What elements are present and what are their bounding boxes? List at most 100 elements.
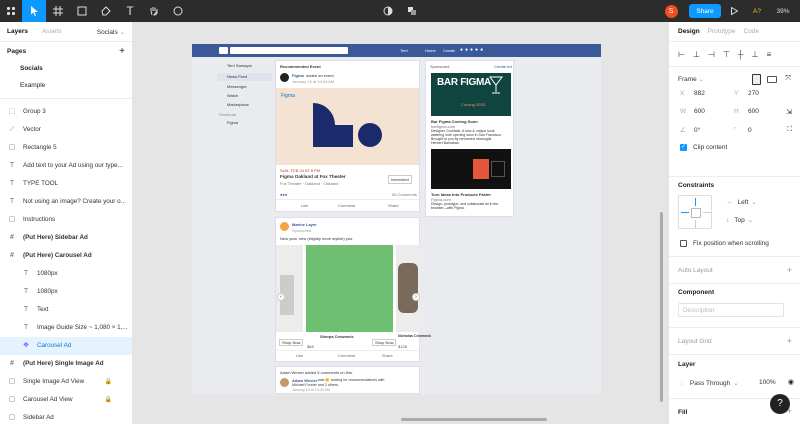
clip-content-checkbox[interactable]: ✓	[680, 144, 687, 151]
carousel-item-2-name[interactable]: Nicholas Crewneck	[398, 334, 431, 338]
carousel-item-1-cta-button[interactable]: Shop Now	[372, 339, 397, 346]
hand-tool-icon[interactable]	[142, 0, 166, 22]
layer-row[interactable]: ❖ Carousel Ad	[0, 337, 132, 355]
tab-prototype[interactable]: Prototype	[708, 28, 736, 35]
comment-post-card[interactable]: Adam Wexler added 5 comments on this. Ad…	[275, 366, 420, 394]
fb-nav-user[interactable]: Terri	[400, 48, 408, 53]
carousel-item-2-image[interactable]	[396, 245, 420, 332]
lock-icon[interactable]: 🔒	[105, 391, 112, 409]
event-post-card[interactable]: Recommended Event Figma added an event. …	[275, 60, 420, 212]
tab-layers[interactable]: Layers	[7, 28, 28, 35]
layer-row[interactable]: # (Put Here) Single Image Ad	[0, 355, 132, 373]
y-field[interactable]: Y 270	[734, 90, 759, 97]
main-menu-icon[interactable]	[0, 0, 22, 22]
fix-position-checkbox[interactable]	[680, 240, 687, 247]
layer-row[interactable]: ▢ Carousel Ad View 🔒	[0, 391, 132, 409]
canvas-horizontal-scrollbar[interactable]	[401, 418, 547, 421]
carousel-next-arrow-icon[interactable]: ›	[412, 293, 420, 301]
rotation-field[interactable]: ∠ 0°	[680, 126, 700, 135]
fb-sidebar-marketplace[interactable]: Marketplace	[227, 102, 249, 107]
page-item-socials[interactable]: Socials	[0, 60, 132, 77]
layer-row[interactable]: ⬚ Group 3	[0, 103, 132, 121]
tab-design[interactable]: Design	[678, 28, 700, 35]
event-like-button[interactable]: Like	[301, 203, 308, 208]
horizontal-constraint-select[interactable]: ↔ Left ⌄	[726, 198, 757, 207]
figma-product-image[interactable]	[431, 149, 511, 189]
event-title[interactable]: Figma Oakland at Fox Theater	[280, 174, 346, 179]
event-share-button[interactable]: Share	[388, 203, 399, 208]
constrain-proportions-icon[interactable]: ⇲	[786, 108, 792, 116]
layer-row[interactable]: T TYPE TOOL	[0, 175, 132, 193]
layer-row[interactable]: T Image Guide Size ~ 1,080 × 1,...	[0, 319, 132, 337]
constraints-widget[interactable]	[678, 195, 712, 229]
layer-row[interactable]: T Add text to your Ad using our type...	[0, 157, 132, 175]
play-icon[interactable]	[728, 0, 740, 22]
mask-icon[interactable]	[380, 0, 396, 22]
fb-sidebar-messenger[interactable]: Messenger	[227, 84, 247, 89]
shape-tool-icon[interactable]	[70, 0, 94, 22]
align-right-icon[interactable]: ⊣	[708, 50, 715, 59]
sponsored-sidebar-card[interactable]: Sponsored Create Ad BAR FIGMA Coming 203…	[425, 60, 514, 217]
fb-nav-home[interactable]: Home	[425, 48, 436, 53]
facebook-mockup-frame[interactable]: Terri Home Create ●●●●● Terri Samayal Ne…	[192, 44, 601, 394]
radius-field[interactable]: ⌜ 0	[734, 126, 752, 135]
layer-row[interactable]: # (Put Here) Sidebar Ad	[0, 229, 132, 247]
add-page-icon[interactable]: +	[119, 46, 125, 57]
comment-tool-icon[interactable]	[166, 0, 190, 22]
blend-mode-select[interactable]: ◌ Pass Through ⌄	[680, 379, 739, 388]
layer-row[interactable]: T 1080px	[0, 283, 132, 301]
tab-code[interactable]: Code	[744, 28, 760, 35]
help-button[interactable]: ?	[770, 394, 790, 414]
layer-row[interactable]: # (Put Here) Carousel Ad	[0, 247, 132, 265]
pen-tool-icon[interactable]	[94, 0, 118, 22]
bar-figma-image[interactable]: BAR FIGMA Coming 2035.	[431, 73, 511, 116]
carousel-ad-card[interactable]: Marine Layer Sponsored New year, new (sl…	[275, 217, 431, 362]
canvas-vertical-scrollbar[interactable]	[660, 212, 663, 402]
layer-row[interactable]: ⟋ Vector	[0, 121, 132, 139]
layer-row[interactable]: ▢ Single Image Ad View 🔒	[0, 373, 132, 391]
align-left-icon[interactable]: ⊢	[678, 50, 685, 59]
fb-sidebar-watch[interactable]: Watch	[227, 93, 238, 98]
user-avatar[interactable]: S	[664, 0, 678, 22]
frame-label[interactable]: Frame	[678, 76, 697, 83]
landscape-icon[interactable]	[767, 75, 778, 83]
canvas[interactable]: Terri Home Create ●●●●● Terri Samayal Ne…	[133, 22, 668, 424]
lock-icon[interactable]: 🔒	[105, 373, 112, 391]
move-tool-icon[interactable]	[22, 0, 46, 22]
auto-layout-title[interactable]: Auto Layout	[678, 267, 713, 274]
zoom-level[interactable]: 39%	[772, 0, 794, 22]
align-center-h-icon[interactable]: ⊥	[693, 50, 700, 59]
create-ad-link[interactable]: Create Ad	[494, 64, 512, 69]
carousel-prev-cta-button[interactable]: Shop Now	[279, 339, 304, 346]
page-selector[interactable]: Socials ⌄	[97, 28, 125, 36]
layer-row[interactable]: ▢ Sidebar Ad	[0, 409, 132, 424]
fix-position-row[interactable]: Fix position when scrolling	[680, 240, 769, 247]
width-field[interactable]: W 600	[680, 108, 705, 115]
independent-corners-icon[interactable]: ⛶	[787, 126, 792, 134]
layout-grid-title[interactable]: Layout Grid	[678, 338, 712, 345]
carousel-prev-arrow-icon[interactable]: ‹	[277, 293, 285, 301]
height-field[interactable]: H 600	[734, 108, 759, 115]
layer-row[interactable]: ▢ Rectangle 5	[0, 139, 132, 157]
layer-row[interactable]: T Not using an image? Create your o...	[0, 193, 132, 211]
boolean-icon[interactable]	[402, 0, 422, 22]
align-bottom-icon[interactable]: ⊥	[752, 50, 759, 59]
clip-content-row[interactable]: ✓ Clip content	[680, 144, 727, 151]
add-auto-layout-icon[interactable]: +	[787, 265, 792, 275]
add-layout-grid-icon[interactable]: +	[787, 336, 792, 346]
opacity-field[interactable]: 100%	[759, 379, 776, 386]
portrait-icon[interactable]	[752, 73, 762, 85]
fb-sidebar-user[interactable]: Terri Samayal	[227, 63, 251, 68]
align-top-icon[interactable]: ⊤	[723, 50, 730, 59]
layer-row[interactable]: T 1080px	[0, 265, 132, 283]
carousel-comment-button[interactable]: Comment	[338, 353, 355, 358]
description-input[interactable]: Description	[678, 303, 784, 317]
tab-assets[interactable]: Assets	[42, 28, 62, 35]
event-poster[interactable]: Figma	[292, 73, 304, 78]
carousel-prev-item[interactable]	[276, 245, 303, 332]
fb-nav-create[interactable]: Create	[443, 48, 455, 53]
fb-shortcut-figma[interactable]: Figma	[227, 120, 238, 125]
carousel-share-button[interactable]: Share	[382, 353, 393, 358]
fb-search-input[interactable]	[230, 47, 348, 54]
x-field[interactable]: X 882	[680, 90, 705, 97]
